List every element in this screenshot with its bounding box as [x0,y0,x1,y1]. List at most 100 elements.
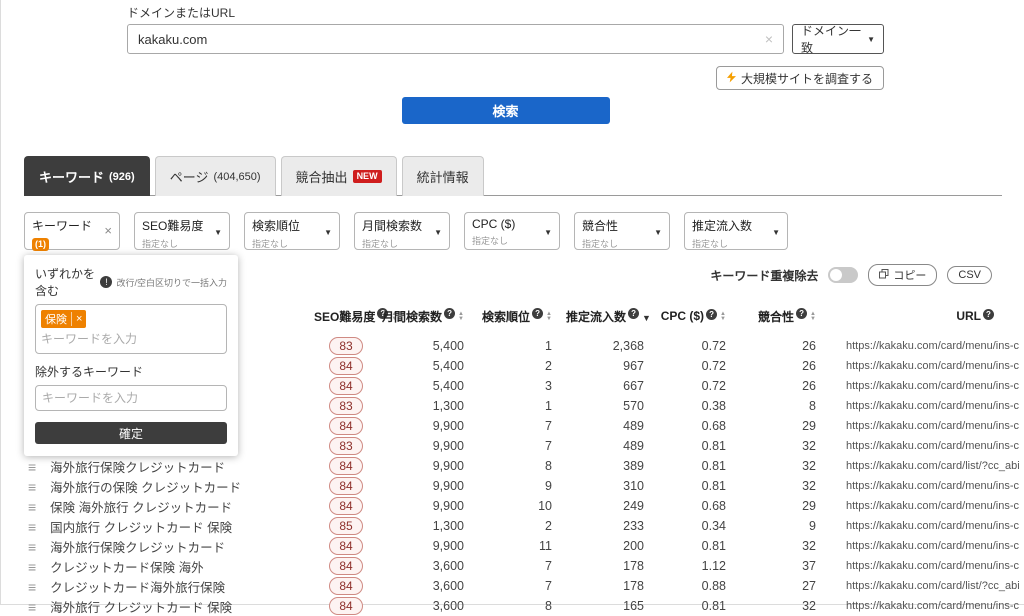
keyword-text: クレジットカード保険 海外 [50,561,203,575]
tab-keywords[interactable]: キーワード (926) [24,156,150,196]
domain-search-form: ドメインまたはURL × ドメイン一致 ▼ 大規模サイトを調査する 検索 [127,4,884,124]
tab-count: (926) [109,171,135,183]
filter-bar: キーワード (1) × SEO難易度 指定なし ▼ 検索順位 指定なし ▼ 月間… [24,212,788,250]
rank-value: 7 [478,576,566,596]
drag-handle-icon[interactable]: ≡ [28,599,36,615]
competition-value: 26 [740,336,830,356]
est-traffic-value: 178 [566,556,658,576]
large-site-button[interactable]: 大規模サイトを調査する [716,66,884,90]
sort-desc-icon[interactable]: ▼ [642,313,651,323]
help-icon[interactable]: ? [706,309,717,320]
filter-dropdown[interactable]: 競合性 指定なし ▼ [574,212,670,250]
monthly-searches-value: 9,900 [378,416,478,436]
sort-icon[interactable]: ▲▼ [720,312,726,322]
url-link[interactable]: https://kakaku.com/card/menu/ins-c [830,536,1024,556]
url-link[interactable]: https://kakaku.com/card/menu/ins-c [830,596,1024,616]
sort-icon[interactable]: ▲▼ [810,312,816,322]
drag-handle-icon[interactable]: ≡ [28,579,36,595]
rank-value: 9 [478,476,566,496]
seo-difficulty-badge: 84 [329,417,363,435]
help-icon[interactable]: ? [796,308,807,319]
drag-handle-icon[interactable]: ≡ [28,479,36,495]
filter-dropdown[interactable]: 推定流入数 指定なし ▼ [684,212,788,250]
sort-icon[interactable]: ▲▼ [546,312,552,322]
rank-value: 2 [478,516,566,536]
filter-value: 指定なし [252,237,332,250]
column-header-competition[interactable]: 競合性?▲▼ [740,296,830,336]
domain-input[interactable] [128,32,755,47]
competition-value: 26 [740,376,830,396]
url-link[interactable]: https://kakaku.com/card/menu/ins-c [830,436,1024,456]
url-link[interactable]: https://kakaku.com/card/menu/ins-c [830,556,1024,576]
monthly-searches-value: 3,600 [378,556,478,576]
filter-dropdown[interactable]: 月間検索数 指定なし ▼ [354,212,450,250]
column-header-est-traffic[interactable]: 推定流入数?▼ [566,296,658,336]
match-type-select[interactable]: ドメイン一致 ▼ [792,24,884,54]
url-link[interactable]: https://kakaku.com/card/menu/ins-c [830,516,1024,536]
remove-tag-icon[interactable]: × [71,312,86,326]
url-link[interactable]: https://kakaku.com/card/menu/ins-c [830,356,1024,376]
help-icon[interactable]: ? [532,308,543,319]
include-label: いずれかを含む [35,265,96,299]
csv-button[interactable]: CSV [947,266,992,284]
help-icon[interactable]: ? [444,308,455,319]
sort-icon[interactable]: ▲▼ [458,312,464,322]
filter-keyword[interactable]: キーワード (1) × [24,212,120,250]
rank-value: 7 [478,556,566,576]
url-link[interactable]: https://kakaku.com/card/list/?cc_abi [830,576,1024,596]
url-link[interactable]: https://kakaku.com/card/menu/ins-c [830,476,1024,496]
keyword-filter-popup: いずれかを含む ! 改行/空白区切りで一括入力 保険 × 除外するキーワード 確… [24,255,238,456]
cpc-value: 0.68 [658,416,740,436]
column-header-seo-difficulty[interactable]: SEO難易度?▲▼ [314,296,378,336]
cpc-value: 0.72 [658,356,740,376]
column-header-url: URL? [830,296,1024,336]
url-link[interactable]: https://kakaku.com/card/menu/ins-c [830,336,1024,356]
dedupe-toggle[interactable] [828,267,858,283]
competition-value: 26 [740,356,830,376]
drag-handle-icon[interactable]: ≡ [28,559,36,575]
cpc-value: 0.81 [658,596,740,616]
help-icon[interactable]: ? [628,308,639,319]
search-button[interactable]: 検索 [402,97,610,124]
cpc-value: 0.38 [658,396,740,416]
filter-label: キーワード [32,217,112,234]
drag-handle-icon[interactable]: ≡ [28,499,36,515]
chevron-down-icon: ▼ [654,228,662,237]
url-link[interactable]: https://kakaku.com/card/menu/ins-c [830,376,1024,396]
monthly-searches-value: 9,900 [378,456,478,476]
cpc-value: 0.81 [658,476,740,496]
cpc-value: 1.12 [658,556,740,576]
url-link[interactable]: https://kakaku.com/card/menu/ins-c [830,496,1024,516]
keyword-text: 保険 海外旅行 クレジットカード [50,501,232,515]
url-link[interactable]: https://kakaku.com/card/list/?cc_abi [830,456,1024,476]
clear-input-icon[interactable]: × [755,31,783,47]
tab-competitor-extract[interactable]: 競合抽出 NEW [281,156,397,196]
filter-dropdown[interactable]: 検索順位 指定なし ▼ [244,212,340,250]
filter-dropdown[interactable]: SEO難易度 指定なし ▼ [134,212,230,250]
column-header-rank[interactable]: 検索順位?▲▼ [478,296,566,336]
rank-value: 7 [478,416,566,436]
copy-button[interactable]: コピー [868,264,937,286]
est-traffic-value: 249 [566,496,658,516]
filter-dropdown[interactable]: CPC ($) 指定なし ▼ [464,212,560,250]
include-keywords-box[interactable]: 保険 × [35,304,227,354]
tab-statistics[interactable]: 統計情報 [402,156,484,196]
help-icon[interactable]: ? [983,309,994,320]
drag-handle-icon[interactable]: ≡ [28,519,36,535]
drag-handle-icon[interactable]: ≡ [28,539,36,555]
monthly-searches-value: 9,900 [378,436,478,456]
clear-filter-icon[interactable]: × [104,223,112,238]
est-traffic-value: 2,368 [566,336,658,356]
confirm-button[interactable]: 確定 [35,422,227,444]
monthly-searches-value: 1,300 [378,396,478,416]
drag-handle-icon[interactable]: ≡ [28,459,36,475]
column-header-cpc[interactable]: CPC ($)?▲▼ [658,296,740,336]
chevron-down-icon: ▼ [867,35,875,44]
tab-pages[interactable]: ページ (404,650) [155,156,276,196]
url-link[interactable]: https://kakaku.com/card/menu/ins-c [830,416,1024,436]
column-header-monthly-searches[interactable]: 月間検索数?▲▼ [378,296,478,336]
url-link[interactable]: https://kakaku.com/card/menu/ins-c [830,396,1024,416]
include-keyword-input[interactable] [41,332,221,346]
exclude-keyword-input[interactable] [35,385,227,411]
keyword-text: 海外旅行保険クレジットカード [50,461,225,475]
